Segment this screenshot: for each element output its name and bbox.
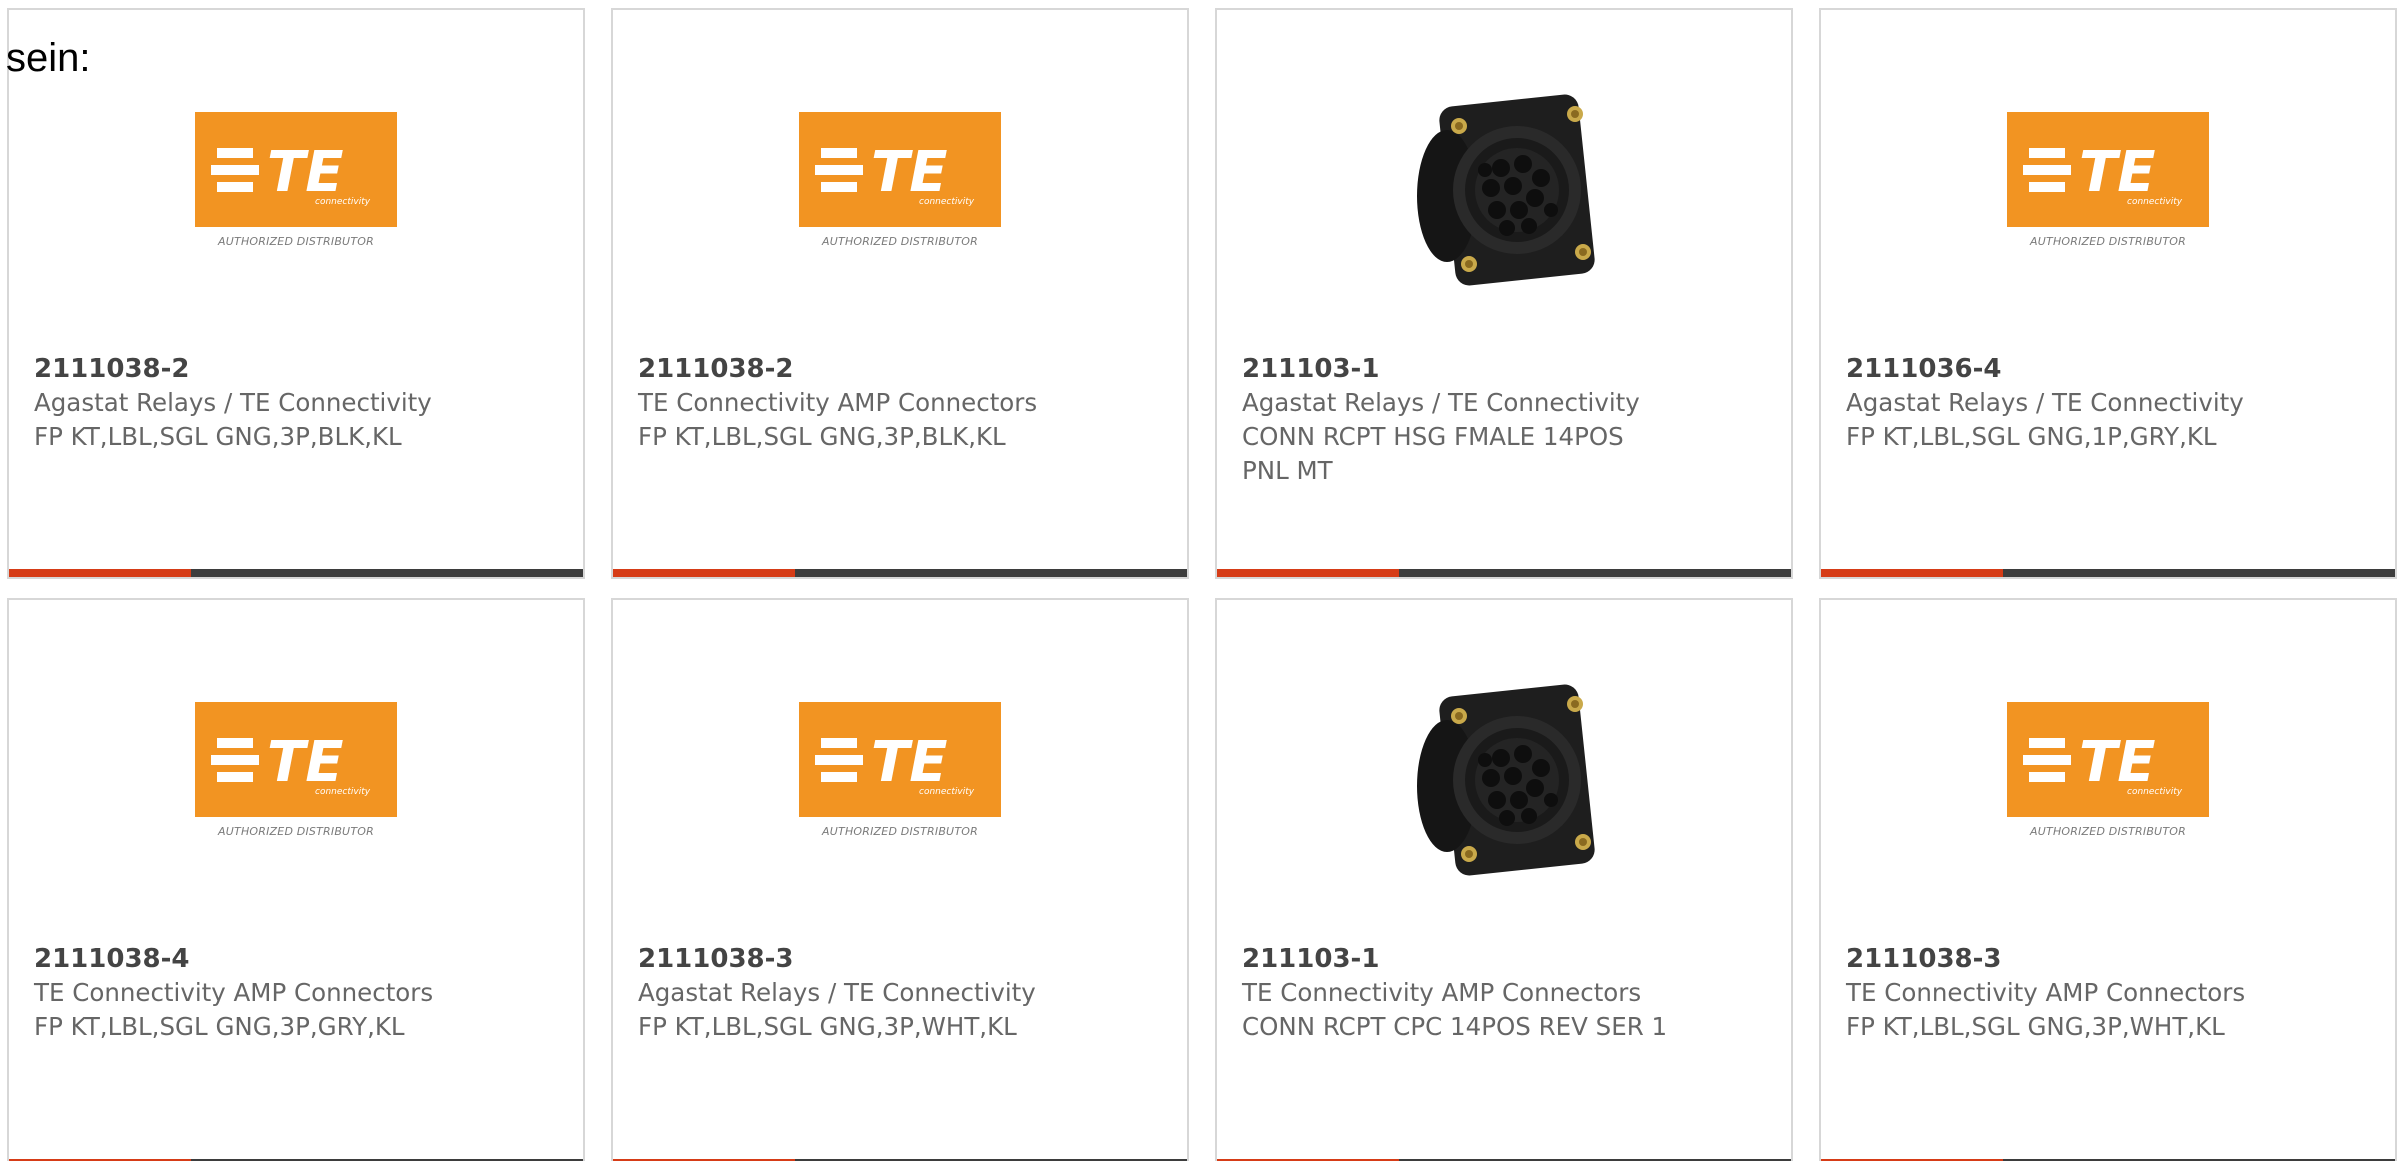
te-logo-text: TE	[2079, 730, 2155, 795]
manufacturer: TE Connectivity AMP Connectors	[34, 978, 434, 1007]
te-tagline: AUTHORIZED DISTRIBUTOR	[822, 235, 978, 248]
te-logo-text: TE	[871, 730, 947, 795]
manufacturer: Agastat Relays / TE Connectivity	[34, 388, 432, 417]
card-bottom-bar	[9, 569, 583, 577]
product-image[interactable]	[1217, 72, 1791, 286]
te-logo-box: TE connectivity	[2007, 112, 2209, 227]
product-card[interactable]: TE connectivity AUTHORIZED DISTRIBUTOR 2…	[7, 598, 585, 1161]
product-image[interactable]: TE connectivity AUTHORIZED DISTRIBUTOR	[613, 662, 1187, 872]
product-card[interactable]: TE connectivity AUTHORIZED DISTRIBUTOR 2…	[611, 598, 1189, 1161]
part-number[interactable]: 2111038-2	[638, 352, 1068, 386]
te-logo-box: TE connectivity	[195, 112, 397, 227]
te-logo-box: TE connectivity	[799, 112, 1001, 227]
te-logo-text: TE	[267, 140, 343, 205]
te-logo: TE connectivity AUTHORIZED DISTRIBUTOR	[195, 112, 397, 248]
part-number[interactable]: 2111038-2	[34, 352, 464, 386]
part-number[interactable]: 2111038-4	[34, 942, 464, 976]
manufacturer: TE Connectivity AMP Connectors	[1242, 978, 1642, 1007]
product-image[interactable]	[1217, 662, 1791, 876]
product-image[interactable]: TE connectivity AUTHORIZED DISTRIBUTOR	[613, 72, 1187, 282]
te-logo-subtext: connectivity	[315, 197, 371, 207]
part-number[interactable]: 211103-1	[1242, 942, 1672, 976]
te-logo-subtext: connectivity	[2127, 787, 2183, 797]
description: CONN RCPT HSG FMALE 14POS PNL MT	[1242, 422, 1624, 485]
card-bottom-bar	[613, 569, 1187, 577]
te-tagline: AUTHORIZED DISTRIBUTOR	[2030, 825, 2186, 838]
part-number[interactable]: 2111038-3	[1846, 942, 2276, 976]
te-logo-box: TE connectivity	[799, 702, 1001, 817]
description: FP KT,LBL,SGL GNG,1P,GRY,KL	[1846, 422, 2217, 451]
manufacturer: Agastat Relays / TE Connectivity	[1242, 388, 1640, 417]
te-logo-box: TE connectivity	[195, 702, 397, 817]
te-tagline: AUTHORIZED DISTRIBUTOR	[218, 825, 374, 838]
product-card[interactable]: 211103-1 TE Connectivity AMP Connectors …	[1215, 598, 1793, 1161]
description: FP KT,LBL,SGL GNG,3P,WHT,KL	[638, 1012, 1017, 1041]
te-logo-box: TE connectivity	[2007, 702, 2209, 817]
te-logo: TE connectivity AUTHORIZED DISTRIBUTOR	[195, 702, 397, 838]
te-logo: TE connectivity AUTHORIZED DISTRIBUTOR	[2007, 702, 2209, 838]
product-image[interactable]: TE connectivity AUTHORIZED DISTRIBUTOR	[1821, 662, 2395, 872]
product-card[interactable]: TE connectivity AUTHORIZED DISTRIBUTOR 2…	[1819, 598, 2397, 1161]
te-tagline: AUTHORIZED DISTRIBUTOR	[822, 825, 978, 838]
connector-image	[1417, 94, 1595, 286]
description: FP KT,LBL,SGL GNG,3P,BLK,KL	[34, 422, 402, 451]
te-tagline: AUTHORIZED DISTRIBUTOR	[2030, 235, 2186, 248]
description: FP KT,LBL,SGL GNG,3P,WHT,KL	[1846, 1012, 2225, 1041]
part-number[interactable]: 211103-1	[1242, 352, 1672, 386]
card-bottom-bar	[1821, 569, 2395, 577]
manufacturer: Agastat Relays / TE Connectivity	[1846, 388, 2244, 417]
description: FP KT,LBL,SGL GNG,3P,GRY,KL	[34, 1012, 405, 1041]
te-logo-subtext: connectivity	[315, 787, 371, 797]
product-image[interactable]: TE connectivity AUTHORIZED DISTRIBUTOR	[9, 662, 583, 872]
te-logo: TE connectivity AUTHORIZED DISTRIBUTOR	[799, 112, 1001, 248]
product-image[interactable]: TE connectivity AUTHORIZED DISTRIBUTOR	[1821, 72, 2395, 282]
product-card[interactable]: TE connectivity AUTHORIZED DISTRIBUTOR 2…	[611, 8, 1189, 579]
product-card[interactable]: 211103-1 Agastat Relays / TE Connectivit…	[1215, 8, 1793, 579]
te-logo: TE connectivity AUTHORIZED DISTRIBUTOR	[2007, 112, 2209, 248]
part-number[interactable]: 2111036-4	[1846, 352, 2276, 386]
te-logo: TE connectivity AUTHORIZED DISTRIBUTOR	[799, 702, 1001, 838]
page: sein: TE connectivity AUTHORIZED DISTRIB…	[0, 0, 2400, 1161]
product-image[interactable]: TE connectivity AUTHORIZED DISTRIBUTOR	[9, 72, 583, 282]
manufacturer: TE Connectivity AMP Connectors	[638, 388, 1038, 417]
intro-text: sein:	[6, 36, 91, 80]
te-logo-text: TE	[871, 140, 947, 205]
te-logo-text: TE	[267, 730, 343, 795]
product-card[interactable]: TE connectivity AUTHORIZED DISTRIBUTOR 2…	[7, 8, 585, 579]
description: CONN RCPT CPC 14POS REV SER 1	[1242, 1012, 1668, 1041]
te-logo-subtext: connectivity	[2127, 197, 2183, 207]
description: FP KT,LBL,SGL GNG,3P,BLK,KL	[638, 422, 1006, 451]
product-card[interactable]: TE connectivity AUTHORIZED DISTRIBUTOR 2…	[1819, 8, 2397, 579]
part-number[interactable]: 2111038-3	[638, 942, 1068, 976]
manufacturer: Agastat Relays / TE Connectivity	[638, 978, 1036, 1007]
card-bottom-bar	[1217, 569, 1791, 577]
connector-image	[1417, 684, 1595, 876]
te-tagline: AUTHORIZED DISTRIBUTOR	[218, 235, 374, 248]
te-logo-subtext: connectivity	[919, 787, 975, 797]
te-logo-subtext: connectivity	[919, 197, 975, 207]
product-grid: TE connectivity AUTHORIZED DISTRIBUTOR 2…	[0, 0, 2400, 1161]
manufacturer: TE Connectivity AMP Connectors	[1846, 978, 2246, 1007]
te-logo-text: TE	[2079, 140, 2155, 205]
